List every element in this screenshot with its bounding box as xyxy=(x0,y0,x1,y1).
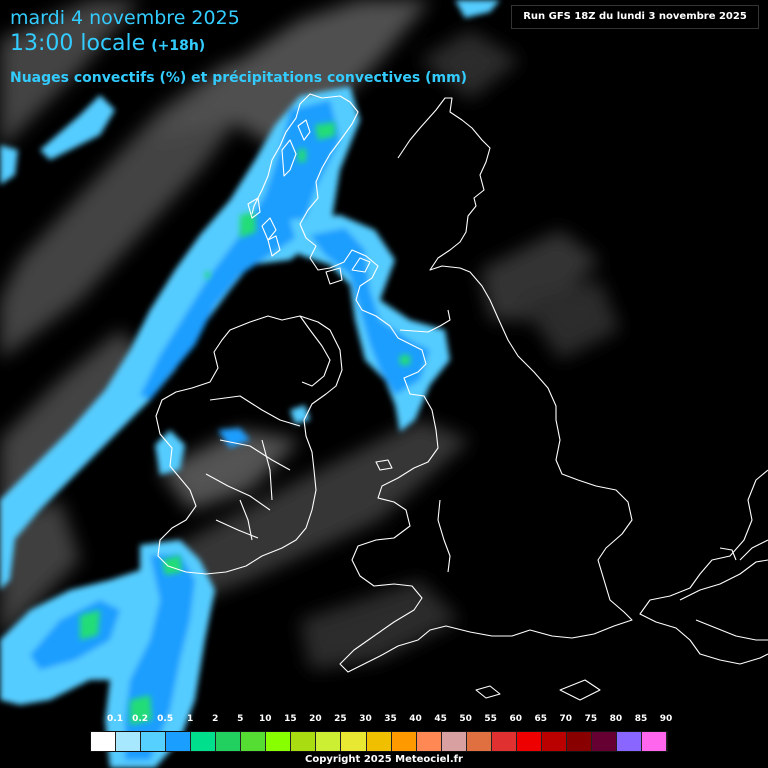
legend-swatch xyxy=(566,732,592,751)
precipitation-map xyxy=(0,0,768,768)
legend-swatch xyxy=(416,732,442,751)
legend-swatch xyxy=(616,732,643,751)
legend-swatch xyxy=(266,732,292,751)
legend-swatch xyxy=(642,732,668,751)
legend-swatch xyxy=(316,732,342,751)
legend-swatch xyxy=(166,732,192,751)
legend-labels: 0.1 0.2 0.5 1 2 5 10 15 20 25 30 35 40 45 50 55 60 65 70 75… xyxy=(90,714,672,726)
legend-swatch xyxy=(216,732,242,751)
map-title: Nuages convectifs (%) et précipitations … xyxy=(10,70,468,86)
run-label: Run GFS 18Z du lundi 3 novembre 2025 xyxy=(511,5,759,29)
forecast-local-time: 13:00 locale xyxy=(10,31,146,56)
legend-swatch xyxy=(341,732,367,751)
legend-swatch xyxy=(491,732,517,751)
legend-swatch xyxy=(441,732,467,751)
forecast-time: 13:00 locale (+18h) xyxy=(10,31,205,56)
forecast-date: mardi 4 novembre 2025 xyxy=(10,7,240,29)
legend-swatch xyxy=(291,732,317,751)
legend-swatch xyxy=(541,732,567,751)
legend-swatch xyxy=(141,732,167,751)
legend-swatch xyxy=(466,732,492,751)
legend-swatch xyxy=(516,732,542,751)
legend-swatch xyxy=(91,732,117,751)
legend-swatch xyxy=(591,732,617,751)
legend-swatch xyxy=(116,732,142,751)
legend-label: 90 xyxy=(659,714,673,724)
legend-swatch xyxy=(241,732,267,751)
legend-color-bar xyxy=(90,731,668,752)
weather-map-view: mardi 4 novembre 2025 13:00 locale (+18h)… xyxy=(0,0,768,768)
legend-swatch xyxy=(391,732,417,751)
legend-swatch xyxy=(366,732,392,751)
copyright: Copyright 2025 Meteociel.fr xyxy=(305,754,463,765)
forecast-offset: (+18h) xyxy=(151,38,206,54)
legend-swatch xyxy=(191,732,217,751)
